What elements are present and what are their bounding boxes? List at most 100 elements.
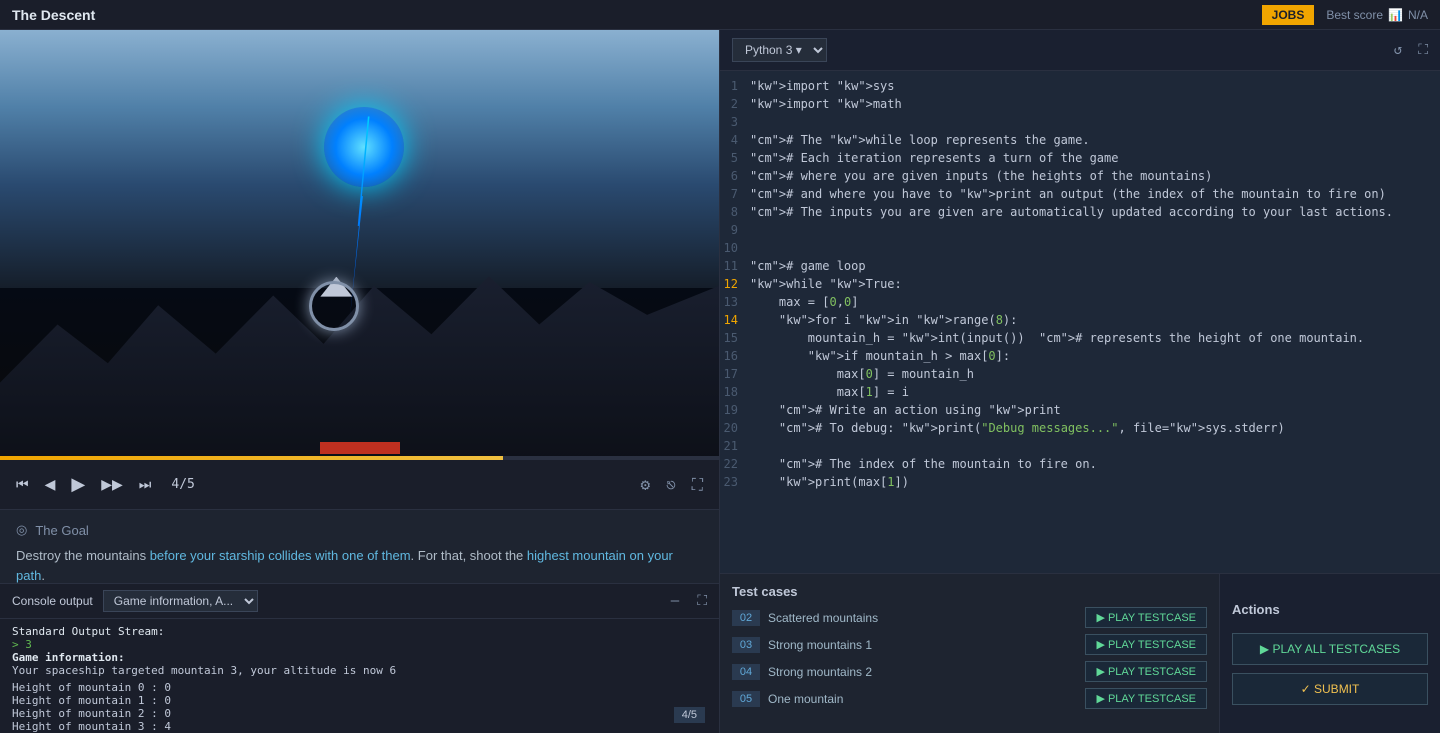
video-background <box>0 30 719 460</box>
line-content-17[interactable]: max[0] = mountain_h <box>750 367 974 385</box>
line-content-4[interactable]: "cm"># The "kw">while loop represents th… <box>750 133 1090 151</box>
code-line-13: 13 max = [0,0] <box>720 295 1440 313</box>
actions-panel: Actions ▶ PLAY ALL TESTCASES ✓ SUBMIT <box>1220 574 1440 733</box>
language-select[interactable]: Python 3 ▾ <box>732 38 827 62</box>
line-number-7: 7 <box>720 187 750 205</box>
play-test-button-2[interactable]: ▶ PLAY TESTCASE <box>1085 661 1207 682</box>
fullscreen-icon[interactable]: ⛶ <box>692 475 703 495</box>
test-name-0: Scattered mountains <box>768 611 1077 625</box>
height-0: Height of mountain 0 : 0 <box>12 681 707 694</box>
play-all-button[interactable]: ▶ PLAY ALL TESTCASES <box>1232 633 1428 665</box>
play-button[interactable]: ▶ <box>71 474 85 495</box>
settings-icon[interactable]: ⚙ <box>641 475 651 494</box>
test-row-0: 02 Scattered mountains ▶ PLAY TESTCASE <box>732 607 1207 628</box>
line-content-13[interactable]: max = [0,0] <box>750 295 858 313</box>
height-2: Height of mountain 2 : 0 <box>12 707 707 720</box>
line-content-18[interactable]: max[1] = i <box>750 385 909 403</box>
expand-icon[interactable]: ⛶ <box>697 593 707 609</box>
right-panel: Python 3 ▾ ↺ ⛶ 1"kw">import "kw">sys2"kw… <box>720 30 1440 733</box>
app-title: The Descent <box>12 7 95 23</box>
line-number-20: 20 <box>720 421 750 439</box>
share-icon[interactable]: ⎋ <box>666 475 676 494</box>
submit-button[interactable]: ✓ SUBMIT <box>1232 673 1428 705</box>
code-line-2: 2"kw">import "kw">math <box>720 97 1440 115</box>
code-line-18: 18 max[1] = i <box>720 385 1440 403</box>
console-game-info-label: Game information: <box>12 651 707 664</box>
console-section: Console output Game information, A... — … <box>0 583 719 733</box>
line-content-19[interactable]: "cm"># Write an action using "kw">print <box>750 403 1061 421</box>
expand-editor-icon[interactable]: ⛶ <box>1418 42 1428 58</box>
test-name-2: Strong mountains 2 <box>768 665 1077 679</box>
play-test-button-1[interactable]: ▶ PLAY TESTCASE <box>1085 634 1207 655</box>
line-content-6[interactable]: "cm"># where you are given inputs (the h… <box>750 169 1212 187</box>
line-content-15[interactable]: mountain_h = "kw">int(input()) "cm"># re… <box>750 331 1364 349</box>
video-controls: ⏮ ◀ ▶ ▶▶ ⏭ 4/5 ⚙ ⎋ ⛶ <box>0 460 719 510</box>
code-line-1: 1"kw">import "kw">sys <box>720 79 1440 97</box>
jobs-button[interactable]: JOBS <box>1262 5 1315 25</box>
console-body: Standard Output Stream: > 3 Game informa… <box>0 619 719 733</box>
video-area[interactable] <box>0 30 719 460</box>
test-num-0: 02 <box>732 610 760 626</box>
line-number-18: 18 <box>720 385 750 403</box>
code-line-7: 7"cm"># and where you have to "kw">print… <box>720 187 1440 205</box>
test-row-1: 03Strong mountains 1▶ PLAY TESTCASE <box>732 634 1207 655</box>
header-right: JOBS Best score 📊 N/A <box>1262 5 1428 25</box>
line-content-8[interactable]: "cm"># The inputs you are given are auto… <box>750 205 1393 223</box>
console-filter-dropdown[interactable]: Game information, A... <box>103 590 258 612</box>
skip-forward-button[interactable]: ⏭ <box>139 476 152 493</box>
play-test-button-0[interactable]: ▶ PLAY TESTCASE <box>1085 607 1207 628</box>
line-content-5[interactable]: "cm"># Each iteration represents a turn … <box>750 151 1118 169</box>
code-line-10: 10 <box>720 241 1440 259</box>
line-content-14[interactable]: "kw">for i "kw">in "kw">range(8): <box>750 313 1017 331</box>
play-test-button-3[interactable]: ▶ PLAY TESTCASE <box>1085 688 1207 709</box>
line-content-12[interactable]: "kw">while "kw">True: <box>750 277 902 295</box>
test-cases-panel: Test cases 02Scattered mountains▶ PLAY T… <box>720 574 1220 733</box>
test-row-2: 04Strong mountains 2▶ PLAY TESTCASE <box>732 661 1207 682</box>
line-number-12: 12 <box>720 277 750 295</box>
left-panel: ⏮ ◀ ▶ ▶▶ ⏭ 4/5 ⚙ ⎋ ⛶ ◎ The Goal Destroy … <box>0 30 720 733</box>
code-line-3: 3 <box>720 115 1440 133</box>
console-stream-label: Standard Output Stream: <box>12 625 707 638</box>
code-line-4: 4"cm"># The "kw">while loop represents t… <box>720 133 1440 151</box>
line-content-16[interactable]: "kw">if mountain_h > max[0]: <box>750 349 1010 367</box>
console-header: Console output Game information, A... — … <box>0 584 719 619</box>
line-number-23: 23 <box>720 475 750 493</box>
goal-text-mid: . For that, shoot the <box>411 548 527 563</box>
line-number-17: 17 <box>720 367 750 385</box>
line-number-21: 21 <box>720 439 750 457</box>
line-number-5: 5 <box>720 151 750 169</box>
prev-button[interactable]: ◀ <box>45 476 56 493</box>
height-3: Height of mountain 3 : 4 <box>12 720 707 733</box>
line-content-11[interactable]: "cm"># game loop <box>750 259 866 277</box>
line-content-2[interactable]: "kw">import "kw">math <box>750 97 902 115</box>
best-score-label: Best score <box>1326 8 1383 22</box>
goal-title: The Goal <box>35 523 88 538</box>
refresh-icon[interactable]: ↺ <box>1394 42 1402 58</box>
test-num-3: 05 <box>732 691 760 707</box>
line-number-10: 10 <box>720 241 750 259</box>
skip-back-button[interactable]: ⏮ <box>16 476 29 493</box>
header: The Descent JOBS Best score 📊 N/A <box>0 0 1440 30</box>
goal-icon: ◎ <box>16 522 27 538</box>
code-line-9: 9 <box>720 223 1440 241</box>
line-content-1[interactable]: "kw">import "kw">sys <box>750 79 895 97</box>
test-name-3: One mountain <box>768 692 1077 706</box>
line-content-7[interactable]: "cm"># and where you have to "kw">print … <box>750 187 1386 205</box>
code-lines: 1"kw">import "kw">sys2"kw">import "kw">m… <box>720 71 1440 501</box>
minimize-icon[interactable]: — <box>671 593 679 609</box>
goal-header: ◎ The Goal <box>16 522 703 538</box>
goal-text-before: Destroy the mountains <box>16 548 150 563</box>
console-page-badge: 4/5 <box>674 707 705 723</box>
line-content-20[interactable]: "cm"># To debug: "kw">print("Debug messa… <box>750 421 1285 439</box>
code-line-11: 11"cm"># game loop <box>720 259 1440 277</box>
video-progress-bar[interactable] <box>0 456 719 460</box>
line-content-22[interactable]: "cm"># The index of the mountain to fire… <box>750 457 1097 475</box>
code-line-12: 12"kw">while "kw">True: <box>720 277 1440 295</box>
video-counter: 4/5 <box>171 477 194 492</box>
code-line-21: 21 <box>720 439 1440 457</box>
test-rows: 02Scattered mountains▶ PLAY TESTCASE03St… <box>732 607 1207 709</box>
line-content-23[interactable]: "kw">print(max[1]) <box>750 475 909 493</box>
next-button[interactable]: ▶▶ <box>101 476 123 493</box>
code-line-14: 14 "kw">for i "kw">in "kw">range(8): <box>720 313 1440 331</box>
code-line-19: 19 "cm"># Write an action using "kw">pri… <box>720 403 1440 421</box>
